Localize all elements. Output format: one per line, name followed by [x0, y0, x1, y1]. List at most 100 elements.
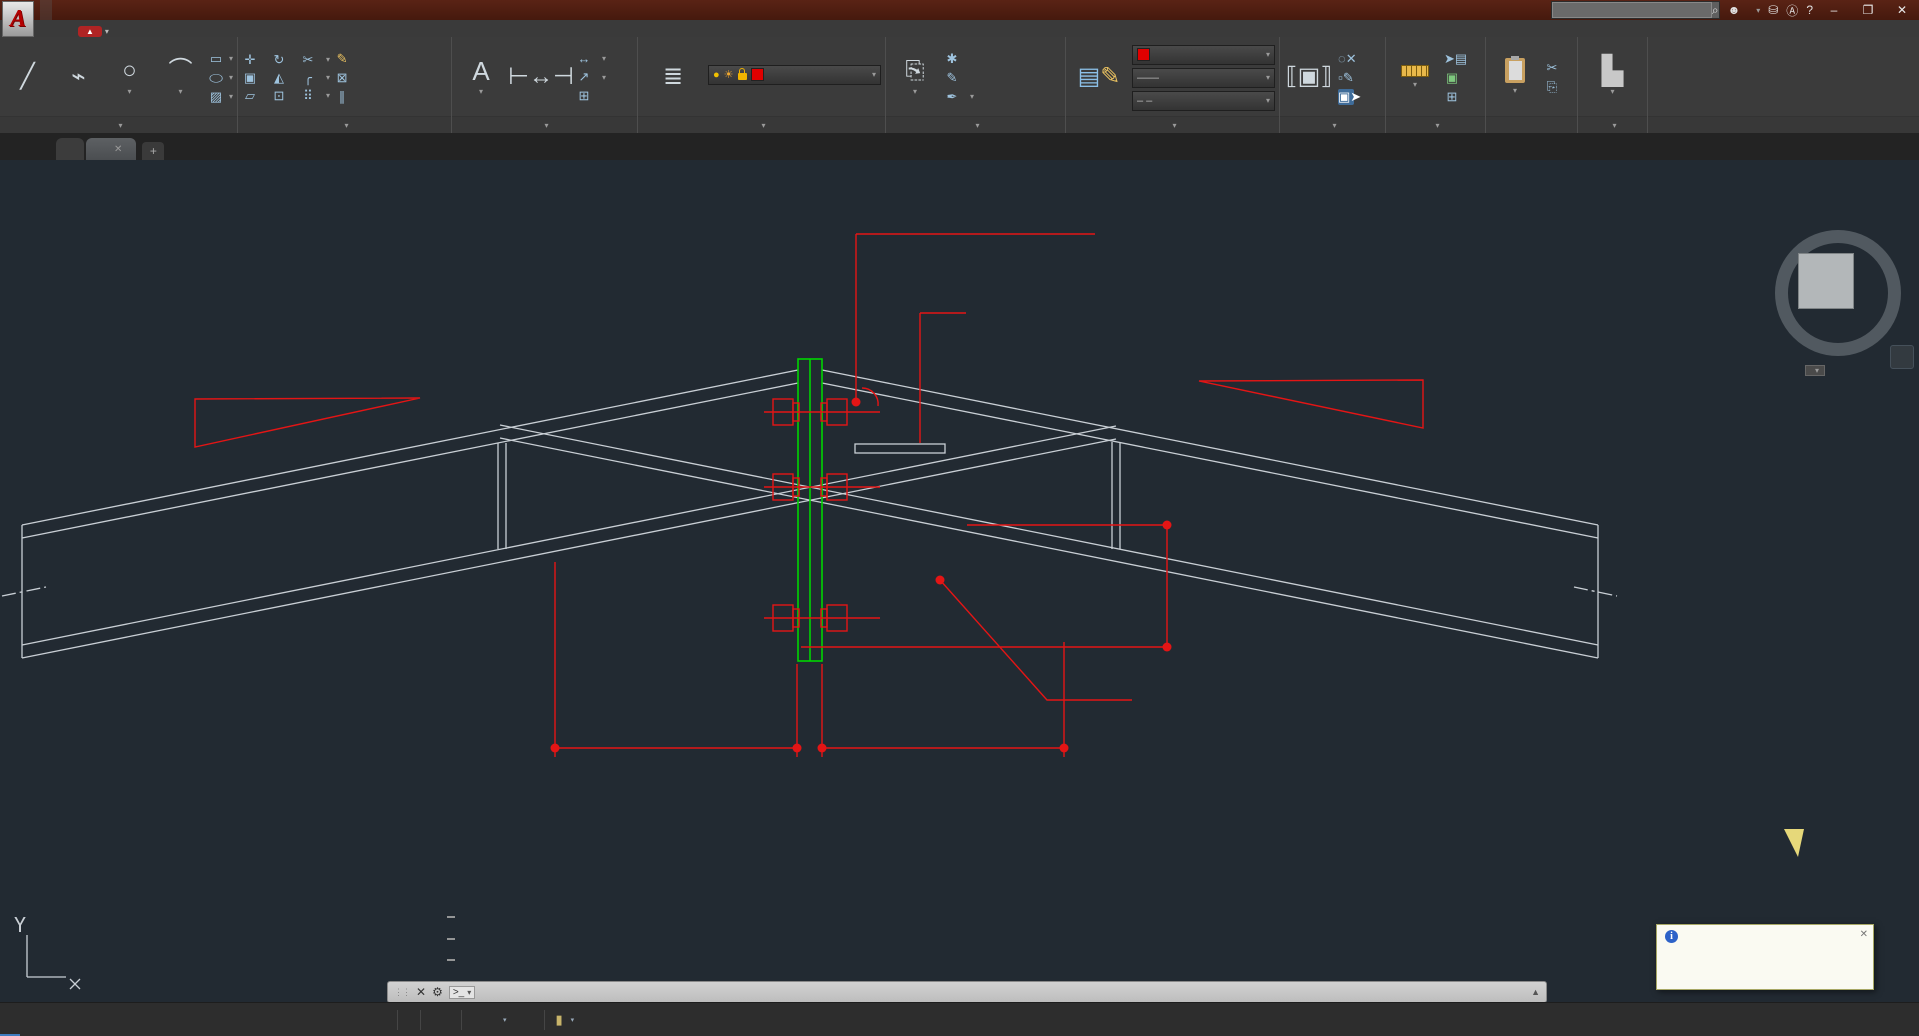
insert-block-icon: ⎘: [905, 56, 925, 84]
quick-calc-button[interactable]: ⊞: [1444, 89, 1460, 105]
tab-layout1[interactable]: [20, 1003, 40, 1036]
group-selection-toggle[interactable]: ▣➤: [1338, 88, 1361, 105]
object-color-dropdown[interactable]: ▾: [1132, 44, 1275, 65]
ribbon-collapse-button[interactable]: ▲ ▾: [78, 26, 109, 37]
panel-label-draw[interactable]: ▾: [0, 116, 237, 133]
move-button[interactable]: ✛: [242, 52, 263, 68]
restore-button[interactable]: ❐: [1855, 3, 1881, 17]
sign-in-caret-icon[interactable]: ▾: [1756, 6, 1760, 15]
tab-start[interactable]: [56, 138, 84, 160]
command-tools-wrench-icon[interactable]: ⚙: [432, 985, 443, 999]
autocad-window: { "title_bar": { "title": "Autodesk Auto…: [0, 0, 1919, 1036]
panel-label-layers[interactable]: ▾: [638, 116, 885, 133]
help-icon[interactable]: ?: [1806, 3, 1813, 17]
group-button[interactable]: ⟦▣⟧: [1284, 64, 1334, 91]
linear-button[interactable]: ↔ ▾: [576, 51, 607, 66]
quick-select-button[interactable]: ➤▤: [1444, 51, 1467, 67]
minimize-button[interactable]: –: [1821, 3, 1847, 17]
dimension-button[interactable]: ⊢↔⊣: [508, 64, 574, 91]
lineweight-dropdown[interactable]: —— ▾: [1132, 67, 1275, 88]
linetype-dropdown[interactable]: – – ▾: [1132, 90, 1275, 111]
notification-pointer: [1784, 829, 1804, 857]
wcs-dropdown[interactable]: ▾: [1805, 365, 1826, 376]
offset-button[interactable]: ∥: [334, 89, 350, 105]
command-expand-icon[interactable]: ▲: [1531, 987, 1540, 997]
viewcube[interactable]: [1762, 212, 1902, 356]
array-button[interactable]: ⠿ ▾: [300, 88, 330, 104]
close-button[interactable]: ✕: [1889, 3, 1915, 17]
tab-model[interactable]: [0, 1003, 20, 1036]
command-close-icon[interactable]: ✕: [416, 985, 426, 999]
command-prompt-icon[interactable]: >_ ▾: [448, 985, 476, 999]
calculator-icon: ⊞: [1446, 88, 1458, 104]
tab-close-icon[interactable]: ✕: [114, 144, 122, 155]
base-button[interactable]: ▙ ▾: [1588, 56, 1638, 98]
panel-label-annotation[interactable]: ▾: [452, 116, 637, 133]
scale-button[interactable]: ⊡: [271, 88, 292, 104]
layer-on-bulb-icon: ●: [713, 68, 720, 81]
panel-label-block[interactable]: ▾: [886, 116, 1065, 133]
search-binoculars-icon[interactable]: ⌕: [1712, 3, 1719, 18]
tab-drawing[interactable]: ✕: [86, 138, 137, 160]
cut-button[interactable]: ✂: [1544, 60, 1560, 76]
fillet-icon: ╭: [304, 69, 312, 85]
drawing-canvas[interactable]: Y ⋮⋮ ✕ ⚙ >_ ▾ ▲ ▾ i ✕: [0, 160, 1919, 1002]
leader-icon: ↗: [578, 69, 590, 84]
leader-button[interactable]: ↗ ▾: [576, 69, 606, 85]
application-menu-button[interactable]: A: [2, 1, 34, 37]
mirror-button[interactable]: ◭: [271, 70, 292, 86]
layer-dropdown[interactable]: ● ☀ ▾: [708, 64, 881, 85]
copy-button[interactable]: ▣: [242, 70, 263, 86]
polyline-button[interactable]: ⌁: [55, 64, 102, 91]
group-edit-button[interactable]: ▫✎: [1338, 70, 1354, 86]
panel-layers: ≣ ● ☀ ▾ ▾: [638, 37, 886, 133]
search-input[interactable]: [1551, 2, 1712, 18]
command-line[interactable]: ⋮⋮ ✕ ⚙ >_ ▾ ▲: [387, 981, 1547, 1002]
viewcube-top-face[interactable]: [1798, 253, 1854, 309]
autodesk-app-icon[interactable]: Ⓐ: [1786, 2, 1798, 19]
new-tab-button[interactable]: +: [142, 142, 165, 160]
panel-label-groups[interactable]: ▾: [1280, 116, 1385, 133]
panel-label-utilities[interactable]: ▾: [1386, 116, 1485, 133]
circle-button[interactable]: ○ ▾: [106, 56, 153, 98]
create-block-button[interactable]: ✱: [944, 51, 974, 67]
notification-close-icon[interactable]: ✕: [1860, 929, 1868, 940]
layer-properties-button[interactable]: ≣: [642, 64, 704, 91]
stretch-button[interactable]: ▱: [242, 88, 263, 104]
match-properties-button[interactable]: ▤✎: [1070, 64, 1128, 91]
ungroup-button[interactable]: ◌✕: [1338, 51, 1357, 67]
circle-icon: ○: [122, 56, 137, 84]
quick-access-toolbar: [40, 0, 52, 20]
measure-button[interactable]: ▾: [1390, 64, 1440, 91]
panel-label-modify[interactable]: ▾: [238, 116, 451, 133]
paste-button[interactable]: ▾: [1490, 56, 1540, 97]
match-properties-icon: ▤✎: [1077, 63, 1121, 90]
table-button[interactable]: ⊞: [576, 88, 606, 104]
copy-clip-button[interactable]: ⎘: [1544, 79, 1560, 95]
edit-attributes-button[interactable]: ✒ ▾: [944, 89, 974, 105]
trim-button[interactable]: ✂ ▾: [300, 52, 330, 68]
panel-label-clipboard: [1486, 116, 1577, 133]
hatch-button[interactable]: ▨ ▾: [208, 89, 233, 105]
edit-block-button[interactable]: ✎: [944, 70, 974, 86]
panel-label-properties[interactable]: ▾: [1066, 116, 1279, 133]
explode-button[interactable]: ⊠: [334, 70, 350, 86]
line-button[interactable]: ╱: [4, 64, 51, 91]
trim-icon: ✂: [302, 51, 314, 67]
paste-special-button[interactable]: ▣: [1444, 70, 1460, 86]
erase-button[interactable]: ✎: [334, 51, 350, 67]
app-store-cart-icon[interactable]: ⛁: [1768, 3, 1778, 17]
arc-button[interactable]: ⌒ ▾: [157, 57, 204, 98]
units-dropdown[interactable]: ▮ ▾: [552, 1012, 579, 1028]
ellipse-button[interactable]: ◯ ▾: [208, 70, 233, 86]
rotate-button[interactable]: ↻: [271, 52, 292, 68]
panel-label-view[interactable]: ▾: [1578, 116, 1647, 133]
text-button[interactable]: A ▾: [456, 58, 506, 98]
rectangle-button[interactable]: ▭ ▾: [208, 51, 233, 67]
insert-button[interactable]: ⎘ ▾: [890, 56, 940, 98]
annotation-scale-dropdown[interactable]: ▾: [495, 1016, 511, 1024]
fillet-button[interactable]: ╭ ▾: [300, 70, 330, 86]
add-layout-button[interactable]: [40, 1003, 60, 1036]
panel-modify: ✛ ↻ ✂ ▾ ▣ ◭ ╭ ▾ ▱ ⊡ ⠿ ▾ ✎ ⊠ ∥ ▾: [238, 37, 452, 133]
command-grip-icon[interactable]: ⋮⋮: [394, 987, 411, 998]
